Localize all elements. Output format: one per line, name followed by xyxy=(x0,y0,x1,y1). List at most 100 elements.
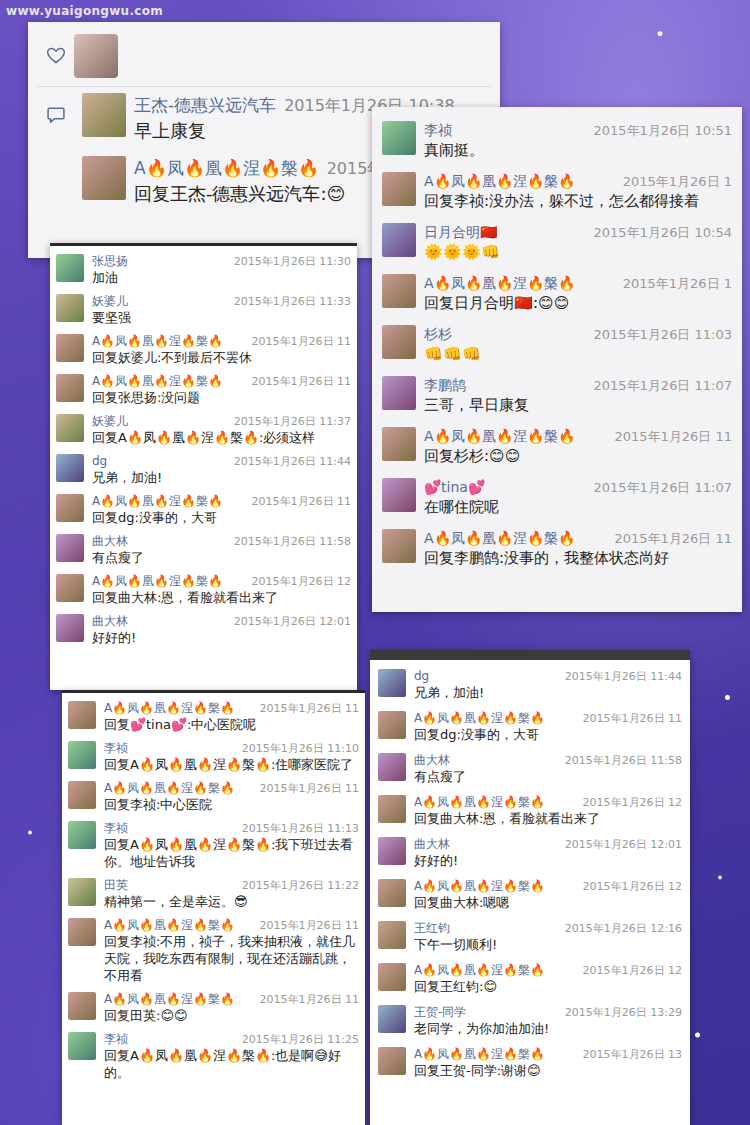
author-name[interactable]: 李祯 xyxy=(104,741,128,756)
author-name[interactable]: 杉杉 xyxy=(424,325,452,344)
comment-row[interactable]: A🔥凤🔥凰🔥涅🔥槃🔥2015年1月26日 12回复曲大林:嗯嗯 xyxy=(378,874,682,916)
comment-row[interactable]: 曲大林2015年1月26日 12:01好好的! xyxy=(56,610,351,650)
author-name[interactable]: 曲大林 xyxy=(92,614,128,629)
author-name[interactable]: 日月合明🇨🇳 xyxy=(424,223,497,242)
avatar-icon[interactable] xyxy=(382,427,416,461)
avatar-icon[interactable] xyxy=(378,837,406,865)
author-name[interactable]: A🔥凤🔥凰🔥涅🔥槃🔥 xyxy=(104,918,235,933)
author-name[interactable]: 妖婆儿 xyxy=(92,414,128,429)
comment-row[interactable]: A🔥凤🔥凰🔥涅🔥槃🔥2015年1月26日 12回复曲大林:恩，看脸就看出来了 xyxy=(56,570,351,610)
comment-row[interactable]: 王贺-同学2015年1月26日 13:29老同学，为你加油加油! xyxy=(378,1000,682,1042)
avatar-icon[interactable] xyxy=(378,1047,406,1075)
comment-row[interactable]: A🔥凤🔥凰🔥涅🔥槃🔥2015年1月26日 11回复杉杉:😊😊 xyxy=(382,421,732,472)
comment-row[interactable]: A🔥凤🔥凰🔥涅🔥槃🔥2015年1月26日 12回复曲大林:恩，看脸就看出来了 xyxy=(378,790,682,832)
author-name[interactable]: 王杰-德惠兴远汽车 xyxy=(134,93,276,117)
author-name[interactable]: 王红钧 xyxy=(414,921,450,936)
comment-row[interactable]: 曲大林2015年1月26日 11:58有点瘦了 xyxy=(378,748,682,790)
comment-row[interactable]: A🔥凤🔥凰🔥涅🔥槃🔥2015年1月26日 11回复李祯:中心医院 xyxy=(68,777,359,817)
avatar-icon[interactable] xyxy=(382,121,416,155)
author-name[interactable]: dg xyxy=(414,669,429,684)
comment-row[interactable]: 曲大林2015年1月26日 11:58有点瘦了 xyxy=(56,530,351,570)
comment-row[interactable]: 田英2015年1月26日 11:22精神第一，全是幸运。😎 xyxy=(68,874,359,914)
comment-row[interactable]: A🔥凤🔥凰🔥涅🔥槃🔥2015年1月26日 11回复妖婆儿:不到最后不罢休 xyxy=(56,330,351,370)
comment-row[interactable]: 李祯2015年1月26日 11:10回复A🔥凤🔥凰🔥涅🔥槃🔥:住哪家医院了 xyxy=(68,737,359,777)
avatar-icon[interactable] xyxy=(56,494,84,522)
comment-row[interactable]: A🔥凤🔥凰🔥涅🔥槃🔥2015年1月26日 11回复dg:没事的，大哥 xyxy=(378,706,682,748)
avatar-icon[interactable] xyxy=(382,376,416,410)
avatar-icon[interactable] xyxy=(56,534,84,562)
author-name[interactable]: A🔥凤🔥凰🔥涅🔥槃🔥 xyxy=(104,701,235,716)
author-name[interactable]: A🔥凤🔥凰🔥涅🔥槃🔥 xyxy=(104,992,235,1007)
avatar-icon[interactable] xyxy=(82,93,126,137)
avatar-icon[interactable] xyxy=(382,325,416,359)
avatar-icon[interactable] xyxy=(68,821,96,849)
author-name[interactable]: 田英 xyxy=(104,878,128,893)
comment-row[interactable]: 💕tina💕2015年1月26日 11:07在哪住院呢 xyxy=(382,472,732,523)
author-name[interactable]: A🔥凤🔥凰🔥涅🔥槃🔥 xyxy=(92,494,223,509)
author-name[interactable]: A🔥凤🔥凰🔥涅🔥槃🔥 xyxy=(92,334,223,349)
author-name[interactable]: 王贺-同学 xyxy=(414,1005,466,1020)
avatar-icon[interactable] xyxy=(56,574,84,602)
author-name[interactable]: 妖婆儿 xyxy=(92,294,128,309)
comment-row[interactable]: 王红钧2015年1月26日 12:16下午一切顺利! xyxy=(378,916,682,958)
avatar-icon[interactable] xyxy=(68,918,96,946)
comment-row[interactable]: A🔥凤🔥凰🔥涅🔥槃🔥2015年1月26日 1回复日月合明🇨🇳:😊😊 xyxy=(382,268,732,319)
comment-row[interactable]: 李祯2015年1月26日 11:25回复A🔥凤🔥凰🔥涅🔥槃🔥:也是啊😅好的。 xyxy=(68,1028,359,1085)
comment-row[interactable]: A🔥凤🔥凰🔥涅🔥槃🔥2015年1月26日 13回复王贺-同学:谢谢😊 xyxy=(378,1042,682,1084)
comment-row[interactable]: A🔥凤🔥凰🔥涅🔥槃🔥2015年1月26日 11回复💕tina💕:中心医院呢 xyxy=(68,697,359,737)
avatar-icon[interactable] xyxy=(378,1005,406,1033)
avatar-icon[interactable] xyxy=(378,879,406,907)
avatar-icon[interactable] xyxy=(382,478,416,512)
avatar-icon[interactable] xyxy=(382,274,416,308)
comment-row[interactable]: A🔥凤🔥凰🔥涅🔥槃🔥2015年1月26日 11回复李祯:不用，祯子，我来抽积液，… xyxy=(68,914,359,988)
author-name[interactable]: 李祯 xyxy=(424,121,452,140)
avatar-icon[interactable] xyxy=(378,669,406,697)
avatar-icon[interactable] xyxy=(82,156,126,200)
avatar-icon[interactable] xyxy=(68,701,96,729)
author-name[interactable]: 李祯 xyxy=(104,1032,128,1047)
avatar-icon[interactable] xyxy=(56,254,84,282)
avatar-icon[interactable] xyxy=(56,334,84,362)
comment-row[interactable]: 张思扬2015年1月26日 11:30加油 xyxy=(56,250,351,290)
avatar-icon[interactable] xyxy=(68,741,96,769)
avatar-icon[interactable] xyxy=(378,753,406,781)
liker-avatar-icon[interactable] xyxy=(74,34,118,78)
comment-row[interactable]: 李鹏鹄2015年1月26日 11:07三哥，早日康复 xyxy=(382,370,732,421)
comment-row[interactable]: A🔥凤🔥凰🔥涅🔥槃🔥2015年1月26日 11回复李鹏鹄:没事的，我整体状态尚好 xyxy=(382,523,732,574)
comment-row[interactable]: 曲大林2015年1月26日 12:01好好的! xyxy=(378,832,682,874)
author-name[interactable]: 曲大林 xyxy=(414,753,450,768)
avatar-icon[interactable] xyxy=(382,529,416,563)
avatar-icon[interactable] xyxy=(382,223,416,257)
avatar-icon[interactable] xyxy=(378,795,406,823)
author-name[interactable]: 李祯 xyxy=(104,821,128,836)
author-name[interactable]: 张思扬 xyxy=(92,254,128,269)
avatar-icon[interactable] xyxy=(56,454,84,482)
avatar-icon[interactable] xyxy=(68,1032,96,1060)
avatar-icon[interactable] xyxy=(68,878,96,906)
avatar-icon[interactable] xyxy=(378,963,406,991)
avatar-icon[interactable] xyxy=(378,711,406,739)
author-name[interactable]: A🔥凤🔥凰🔥涅🔥槃🔥 xyxy=(92,374,223,389)
comment-row[interactable]: 妖婆儿2015年1月26日 11:37回复A🔥凤🔥凰🔥涅🔥槃🔥:必须这样 xyxy=(56,410,351,450)
author-name[interactable]: A🔥凤🔥凰🔥涅🔥槃🔥 xyxy=(414,879,545,894)
comment-row[interactable]: dg2015年1月26日 11:44兄弟，加油! xyxy=(56,450,351,490)
comment-row[interactable]: A🔥凤🔥凰🔥涅🔥槃🔥2015年1月26日 11回复张思扬:没问题 xyxy=(56,370,351,410)
author-name[interactable]: dg xyxy=(92,454,107,469)
author-name[interactable]: 曲大林 xyxy=(414,837,450,852)
comment-row[interactable]: 妖婆儿2015年1月26日 11:33要坚强 xyxy=(56,290,351,330)
avatar-icon[interactable] xyxy=(382,172,416,206)
author-name[interactable]: 💕tina💕 xyxy=(424,478,485,497)
author-name[interactable]: A🔥凤🔥凰🔥涅🔥槃🔥 xyxy=(424,172,575,191)
comment-row[interactable]: 李祯2015年1月26日 10:51真闹挺。 xyxy=(382,115,732,166)
author-name[interactable]: 曲大林 xyxy=(92,534,128,549)
comment-row[interactable]: dg2015年1月26日 11:44兄弟，加油! xyxy=(378,664,682,706)
author-name[interactable]: A🔥凤🔥凰🔥涅🔥槃🔥 xyxy=(134,156,319,180)
comment-row[interactable]: 李祯2015年1月26日 11:13回复A🔥凤🔥凰🔥涅🔥槃🔥:我下班过去看你。地… xyxy=(68,817,359,874)
author-name[interactable]: A🔥凤🔥凰🔥涅🔥槃🔥 xyxy=(104,781,235,796)
author-name[interactable]: A🔥凤🔥凰🔥涅🔥槃🔥 xyxy=(92,574,223,589)
author-name[interactable]: A🔥凤🔥凰🔥涅🔥槃🔥 xyxy=(424,274,575,293)
comment-row[interactable]: 日月合明🇨🇳2015年1月26日 10:54🌞🌞🌞👊 xyxy=(382,217,732,268)
comment-row[interactable]: A🔥凤🔥凰🔥涅🔥槃🔥2015年1月26日 1回复李祯:没办法，躲不过，怎么都得接… xyxy=(382,166,732,217)
avatar-icon[interactable] xyxy=(56,294,84,322)
author-name[interactable]: A🔥凤🔥凰🔥涅🔥槃🔥 xyxy=(414,711,545,726)
